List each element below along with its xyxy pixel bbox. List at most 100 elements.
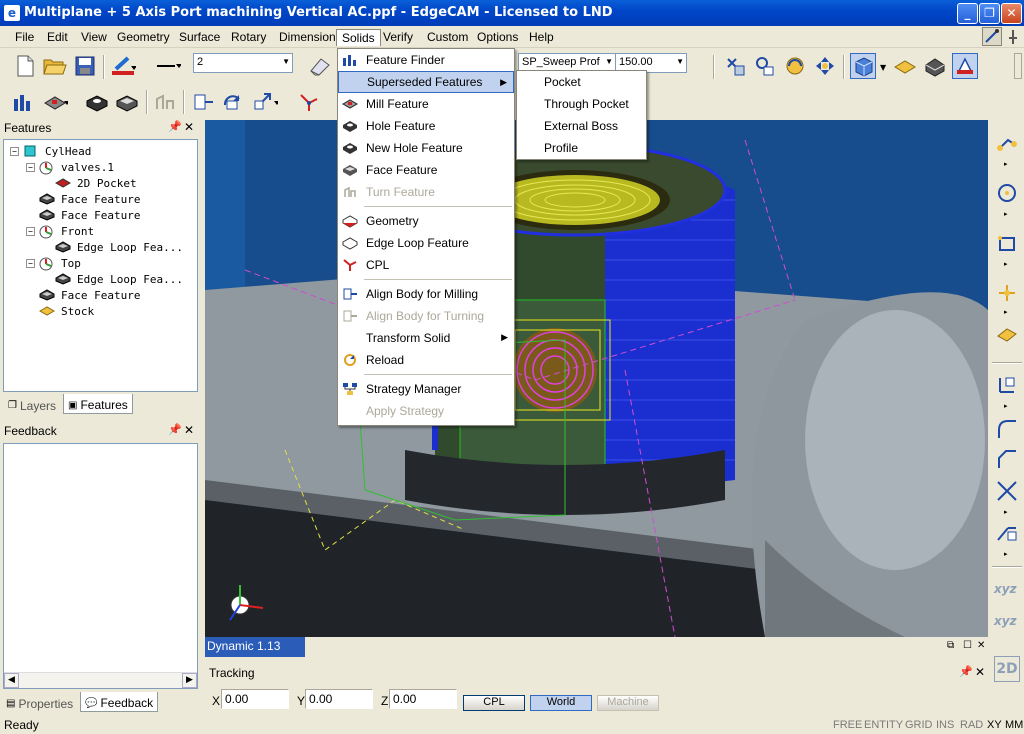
reload-icon[interactable] xyxy=(252,89,278,115)
cpl-button[interactable]: CPL xyxy=(463,695,525,711)
menu-geometry[interactable]: Geometry xyxy=(112,29,175,46)
color-brush-icon[interactable] xyxy=(110,53,136,79)
hole-feature-icon[interactable] xyxy=(84,89,110,115)
feature-finder-icon[interactable] xyxy=(10,89,36,115)
tree-item[interactable]: Edge Loop Fea... xyxy=(4,271,197,287)
menu-help[interactable]: Help xyxy=(524,29,559,46)
offset-tool-icon[interactable] xyxy=(994,520,1020,546)
menu-item-face-feature[interactable]: Face Feature xyxy=(338,159,514,181)
xyz-world-icon[interactable]: xyz xyxy=(994,582,1020,608)
menu-item-reload[interactable]: Reload xyxy=(338,349,514,371)
chamfer-tool-icon[interactable] xyxy=(994,446,1020,472)
toolbar-grip[interactable] xyxy=(1014,53,1022,79)
tree-item[interactable]: Edge Loop Fea... xyxy=(4,239,197,255)
save-icon[interactable] xyxy=(72,53,98,79)
rectangle-tool-icon[interactable] xyxy=(994,230,1020,256)
surface-tool-icon[interactable] xyxy=(994,320,1020,346)
tree-item[interactable]: Face Feature xyxy=(4,207,197,223)
new-file-icon[interactable] xyxy=(12,53,38,79)
tree-item[interactable]: − CylHead xyxy=(4,143,197,159)
point-tool-icon[interactable] xyxy=(994,130,1020,156)
menu-edit[interactable]: Edit xyxy=(42,29,73,46)
expand-icon[interactable]: ▸ xyxy=(1004,260,1008,268)
entity-tool-icon[interactable] xyxy=(752,53,778,79)
expand-icon[interactable]: ▸ xyxy=(1004,550,1008,558)
line-style-icon[interactable] xyxy=(155,53,181,79)
menu-item-hole-feature[interactable]: Hole Feature xyxy=(338,115,514,137)
scroll-left-icon[interactable]: ◀ xyxy=(4,673,19,688)
menu-item-mill-feature[interactable]: Mill Feature xyxy=(338,93,514,115)
trim-tool-icon[interactable] xyxy=(994,478,1020,504)
cpl-tool-icon[interactable] xyxy=(994,372,1020,398)
graphics-viewport[interactable] xyxy=(205,120,988,637)
menu-item-cpl[interactable]: CPL xyxy=(338,254,514,276)
menu-custom[interactable]: Custom xyxy=(422,29,473,46)
menu-item-edge-loop-feature[interactable]: Edge Loop Feature xyxy=(338,232,514,254)
2d-mode-icon[interactable]: 2D xyxy=(994,656,1020,682)
submenu-item-through-pocket[interactable]: Through Pocket xyxy=(517,93,646,115)
turn-feature-icon[interactable] xyxy=(152,89,178,115)
menu-file[interactable]: File xyxy=(10,29,39,46)
circle-tool-icon[interactable] xyxy=(994,180,1020,206)
z-coordinate-field[interactable]: 0.00 xyxy=(389,689,457,709)
menu-item-superseded-features[interactable]: Superseded Features ▶ xyxy=(338,71,514,93)
tree-item[interactable]: Face Feature xyxy=(4,191,197,207)
fixture-view-icon[interactable] xyxy=(922,53,948,79)
close-icon[interactable]: ✕ xyxy=(975,665,985,679)
submenu-item-pocket[interactable]: Pocket xyxy=(517,71,646,93)
close-icon[interactable]: ✕ xyxy=(977,640,985,651)
menu-item-align-body-for-milling[interactable]: Align Body for Milling xyxy=(338,283,514,305)
tree-item[interactable]: − Front xyxy=(4,223,197,239)
expand-icon[interactable]: ▸ xyxy=(1004,402,1008,410)
tab-layers[interactable]: ❐ Layers xyxy=(4,394,60,414)
point-snap-icon[interactable] xyxy=(994,280,1020,306)
collapse-icon[interactable]: − xyxy=(10,146,19,156)
feedback-hscrollbar[interactable]: ◀ ▶ xyxy=(4,672,197,688)
machine-button[interactable]: Machine xyxy=(597,695,659,711)
tree-item[interactable]: − Top xyxy=(4,255,197,271)
tab-properties[interactable]: ▤ Properties xyxy=(2,692,77,712)
close-icon[interactable]: ✕ xyxy=(184,423,194,437)
maximize-button[interactable]: ❐ xyxy=(979,3,1000,24)
tree-item[interactable]: − valves.1 xyxy=(4,159,197,175)
tree-item[interactable]: Face Feature xyxy=(4,287,197,303)
expand-icon[interactable]: ▸ xyxy=(1004,160,1008,168)
expand-icon[interactable]: ▸ xyxy=(1004,210,1008,218)
maximize-icon[interactable]: ☐ xyxy=(963,640,972,651)
menu-view[interactable]: View xyxy=(76,29,112,46)
tab-features[interactable]: ▣ Features xyxy=(63,394,133,414)
collapse-icon[interactable]: − xyxy=(26,226,35,236)
menu-verify[interactable]: Verify xyxy=(378,29,418,46)
close-icon[interactable]: ✕ xyxy=(184,120,194,134)
submenu-item-external-boss[interactable]: External Boss xyxy=(517,115,646,137)
scroll-right-icon[interactable]: ▶ xyxy=(182,673,197,688)
eraser-icon[interactable] xyxy=(306,53,332,79)
select-tool-icon[interactable] xyxy=(722,53,748,79)
shaded-view-icon[interactable] xyxy=(850,53,876,79)
world-button[interactable]: World xyxy=(530,695,592,711)
submenu-item-profile[interactable]: Profile xyxy=(517,137,646,159)
fillet-tool-icon[interactable] xyxy=(994,416,1020,442)
menu-item-transform-solid[interactable]: Transform Solid ▶ xyxy=(338,327,514,349)
tree-item[interactable]: 2D Pocket xyxy=(4,175,197,191)
menu-item-geometry[interactable]: Geometry xyxy=(338,210,514,232)
sketch-mode-icon[interactable] xyxy=(982,27,1002,46)
menu-rotary[interactable]: Rotary xyxy=(226,29,271,46)
menu-item-new-hole-feature[interactable]: New Hole Feature xyxy=(338,137,514,159)
menu-item-feature-finder[interactable]: Feature Finder xyxy=(338,49,514,71)
pan-view-icon[interactable] xyxy=(812,53,838,79)
cpl-icon[interactable] xyxy=(296,89,322,115)
y-coordinate-field[interactable]: 0.00 xyxy=(305,689,373,709)
rotate-view-icon[interactable] xyxy=(782,53,808,79)
stock-view-icon[interactable] xyxy=(892,53,918,79)
collapse-icon[interactable]: − xyxy=(26,258,35,268)
pin-icon[interactable]: 📌 xyxy=(168,120,182,133)
line-width-combo[interactable]: 2 ▼ xyxy=(193,53,293,73)
expand-icon[interactable]: ▸ xyxy=(1004,308,1008,316)
feature-view-icon[interactable] xyxy=(952,53,978,79)
menu-solids[interactable]: Solids xyxy=(336,29,381,46)
menu-dimension[interactable]: Dimension xyxy=(274,29,341,46)
mill-feature-icon[interactable] xyxy=(42,89,68,115)
expand-icon[interactable]: ▸ xyxy=(1004,508,1008,516)
pin-icon[interactable]: 📌 xyxy=(168,423,182,436)
